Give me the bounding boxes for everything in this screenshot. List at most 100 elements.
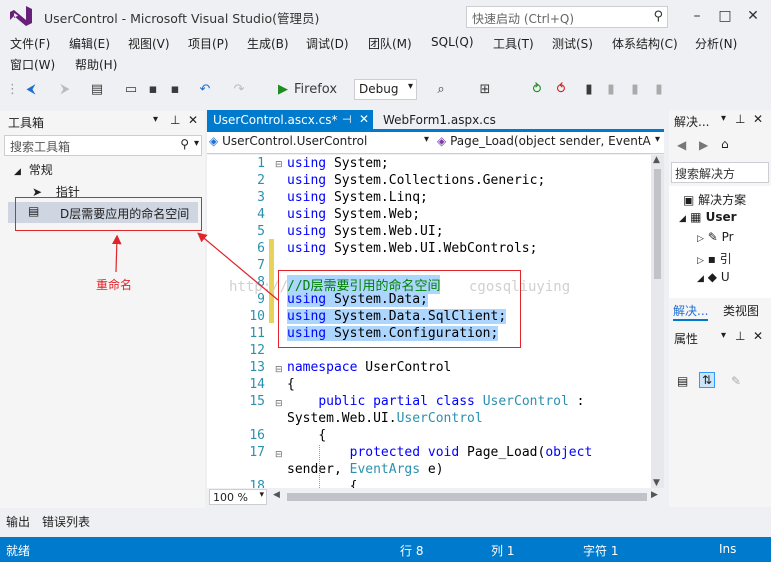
scroll-down-icon[interactable]: ▼ (653, 478, 660, 488)
collapse-outline-icon[interactable]: ⊟ (275, 160, 283, 170)
open-file-icon[interactable]: ▭ (122, 80, 140, 100)
redo-icon[interactable]: ↷ (230, 80, 248, 100)
menu-window[interactable]: 窗口(W) (10, 56, 55, 73)
collapse-outline-icon[interactable]: ⊟ (275, 450, 283, 460)
zoom-select[interactable]: 100 % ▾ (209, 489, 267, 505)
member-dropdown[interactable]: ◈ Page_Load(object sender, EventA ▾ (437, 134, 662, 152)
close-panel-icon[interactable]: ✕ (188, 113, 198, 127)
panel-dropdown-icon[interactable]: ▾ (721, 113, 726, 124)
tab-error-list[interactable]: 错误列表 (42, 513, 90, 530)
forward-icon[interactable]: ▶ (699, 138, 708, 152)
menu-build[interactable]: 生成(B) (247, 35, 289, 52)
search-icon: ⚲ (653, 9, 663, 24)
line-number: 16 (249, 428, 265, 443)
tab-webform1-aspx-cs[interactable]: WebForm1.aspx.cs (377, 110, 497, 131)
tab-class-view[interactable]: 类视图 (723, 302, 759, 319)
toolbox-group-label: 常规 (28, 163, 53, 177)
code-line: using System.Web.UI.WebControls; (287, 241, 538, 256)
toolbox-search-input[interactable]: 搜索工具箱 ⚲ ▾ (4, 135, 202, 156)
tree-item-solution[interactable]: ▣ 解决方案 (683, 191, 746, 208)
horizontal-scrollbar-thumb[interactable] (287, 493, 647, 501)
tree-item-references[interactable]: ▷ ▪ 引 (697, 250, 732, 267)
quick-launch-input[interactable]: 快速启动 (Ctrl+Q) ⚲ (466, 6, 668, 28)
panel-dropdown-icon[interactable]: ▾ (153, 114, 158, 125)
menu-test[interactable]: 测试(S) (552, 35, 593, 52)
start-debug-icon[interactable]: ▶ (276, 80, 290, 100)
previous-bookmark-icon[interactable]: ▮ (602, 80, 620, 100)
alphabetical-icon[interactable]: ⇅ (699, 372, 716, 388)
close-panel-icon[interactable]: ✕ (753, 329, 763, 343)
save-icon[interactable]: ▪ (144, 80, 162, 100)
menu-tools[interactable]: 工具(T) (493, 35, 534, 52)
home-icon[interactable]: ⌂ (721, 137, 729, 151)
tab-label: UserControl.ascx.cs* (213, 113, 338, 127)
collapse-outline-icon[interactable]: ⊟ (275, 365, 283, 375)
configuration-select[interactable]: Debug ▾ (354, 79, 417, 100)
menu-debug[interactable]: 调试(D) (306, 35, 349, 52)
bookmark-icon[interactable]: ▮ (582, 80, 596, 100)
solution-search-input[interactable]: 搜索解决方 (671, 162, 769, 183)
undo-icon[interactable]: ↶ (196, 80, 214, 100)
properties-header: 属性 ▾ ⊥ ✕ (669, 327, 771, 348)
find-in-files-icon[interactable]: ⌕ (432, 80, 450, 100)
property-pages-icon[interactable]: ✎ (731, 374, 741, 388)
code-line: sender, EventArgs e) (287, 462, 444, 477)
tree-item-properties[interactable]: ▷ ✎ Pr (697, 230, 734, 244)
menu-view[interactable]: 视图(V) (128, 35, 170, 52)
maximize-button[interactable]: □ (714, 6, 736, 26)
menu-sql[interactable]: SQL(Q) (431, 35, 474, 49)
pin-icon[interactable]: ⊥ (735, 112, 745, 126)
annotation-label: 重命名 (96, 278, 133, 292)
uncomment-icon[interactable]: ⥀ (552, 80, 570, 100)
pin-tab-icon[interactable]: ⊣ (342, 113, 352, 126)
menu-architecture[interactable]: 体系结构(C) (612, 35, 678, 52)
toolbox-panel: 工具箱 ▾ ⊥ ✕ 搜索工具箱 ⚲ ▾ ◢ 常规 ➤ 指针 ▤ D层需要应用的命… (0, 111, 205, 508)
method-icon: ◈ (437, 134, 447, 148)
menu-team[interactable]: 团队(M) (368, 35, 412, 52)
code-line: using System.Web.UI; (287, 224, 444, 239)
menu-project[interactable]: 项目(P) (188, 35, 229, 52)
scroll-left-icon[interactable]: ◀ (273, 490, 280, 500)
tab-solution-explorer[interactable]: 解决... (673, 302, 709, 321)
tab-usercontrol-ascx-cs[interactable]: UserControl.ascx.cs* ⊣ ✕ (207, 110, 373, 131)
tree-item-project[interactable]: ◢ ▦ User (679, 210, 737, 224)
clear-bookmarks-icon[interactable]: ▮ (650, 80, 668, 100)
panel-dropdown-icon[interactable]: ▾ (721, 330, 726, 341)
code-line: using System.Collections.Generic; (287, 173, 546, 188)
menu-analyze[interactable]: 分析(N) (695, 35, 737, 52)
type-dropdown[interactable]: ◈ UserControl.UserControl ▾ (209, 134, 431, 152)
collapse-outline-icon[interactable]: ⊟ (275, 399, 283, 409)
new-project-icon[interactable]: ▤ (88, 80, 106, 100)
scroll-right-icon[interactable]: ▶ (651, 490, 658, 500)
expand-triangle-icon: ▷ (697, 256, 704, 266)
solution-bottom-tabs: 解决... 类视图 (669, 300, 771, 321)
menu-file[interactable]: 文件(F) (10, 35, 50, 52)
tree-item-usercontrol[interactable]: ◢ ◆ U (697, 270, 730, 284)
next-bookmark-icon[interactable]: ▮ (626, 80, 644, 100)
scrollbar-thumb[interactable] (654, 169, 661, 279)
scroll-up-icon[interactable]: ▲ (653, 155, 660, 165)
code-line: System.Web.UI.UserControl (287, 411, 483, 426)
status-ready: 就绪 (6, 544, 31, 558)
forward-icon[interactable]: ⮞ (56, 80, 74, 100)
pin-icon[interactable]: ⊥ (735, 329, 745, 343)
minimize-button[interactable]: – (686, 6, 708, 26)
menu-help[interactable]: 帮助(H) (75, 56, 117, 73)
close-panel-icon[interactable]: ✕ (753, 112, 763, 126)
toolbox-group-general[interactable]: ◢ 常规 (14, 161, 53, 178)
browser-selector[interactable]: Firefox (294, 80, 348, 100)
categorized-icon[interactable]: ▤ (677, 374, 688, 388)
status-bar: 就绪 行 8 列 1 字符 1 Ins (0, 537, 771, 562)
close-tab-icon[interactable]: ✕ (359, 112, 369, 126)
comment-icon[interactable]: ⥁ (528, 80, 546, 100)
back-icon[interactable]: ⮜ (22, 80, 40, 100)
tab-output[interactable]: 输出 (6, 513, 30, 530)
close-button[interactable]: ✕ (742, 6, 764, 26)
vertical-scrollbar[interactable]: ▲ ▼ (651, 155, 664, 488)
solution-icon: ▣ (683, 193, 695, 207)
menu-edit[interactable]: 编辑(E) (69, 35, 110, 52)
solution-configuration-icon[interactable]: ⊞ (476, 80, 494, 100)
save-all-icon[interactable]: ▪ (166, 80, 184, 100)
pin-icon[interactable]: ⊥ (170, 113, 180, 127)
back-icon[interactable]: ◀ (677, 138, 686, 152)
